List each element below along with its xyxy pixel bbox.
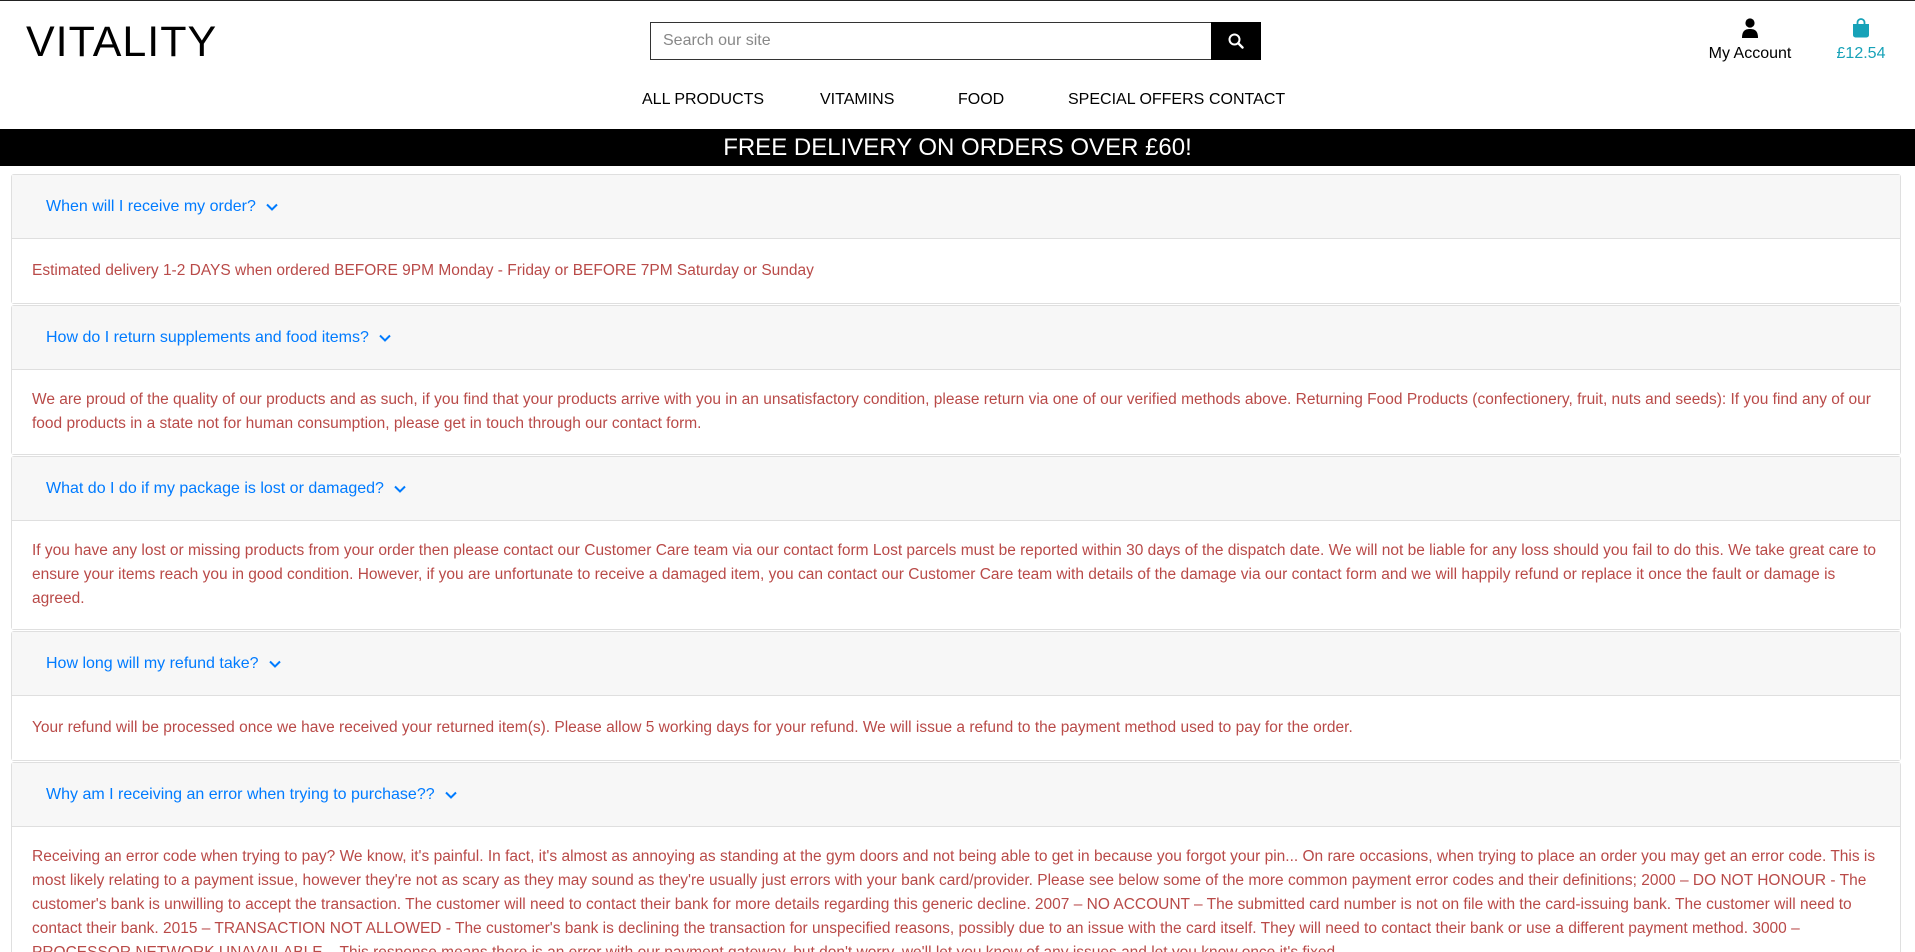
chevron-down-icon [266,203,278,211]
search-icon [1228,33,1244,49]
faq-answer: Receiving an error code when trying to p… [12,827,1900,952]
faq-item: When will I receive my order? Estimated … [11,174,1901,304]
faq-question: Why am I receiving an error when trying … [46,785,435,803]
faq-answer: Your refund will be processed once we ha… [12,696,1900,760]
shopping-bag-link[interactable]: £12.54 [1826,18,1896,63]
faq-question-toggle[interactable]: When will I receive my order? [12,175,1900,239]
nav-all-products[interactable]: ALL PRODUCTS [642,91,764,109]
faq-item: Why am I receiving an error when trying … [11,762,1901,952]
chevron-down-icon [268,660,281,668]
faq-answer: Estimated delivery 1-2 DAYS when ordered… [12,239,1900,303]
faq-question-toggle[interactable]: How long will my refund take? [12,632,1900,696]
faq-item: How long will my refund take? Your refun… [11,631,1901,761]
faq-question: When will I receive my order? [46,197,256,215]
chevron-down-icon [444,791,457,799]
chevron-down-icon [379,334,391,342]
bag-total: £12.54 [1836,45,1886,62]
nav-food[interactable]: FOOD [958,91,1004,109]
faq-question-toggle[interactable]: How do I return supplements and food ite… [12,306,1900,370]
main-nav: ALL PRODUCTS VITAMINS FOOD SPECIAL OFFER… [0,91,1915,113]
user-icon [1742,18,1758,38]
free-delivery-banner: FREE DELIVERY ON ORDERS OVER £60! [0,129,1915,166]
my-account-label: My Account [1708,45,1792,62]
nav-contact[interactable]: CONTACT [1209,91,1285,109]
top-border [0,0,1915,1]
search-input[interactable] [650,22,1211,60]
faq-question-toggle[interactable]: Why am I receiving an error when trying … [12,763,1900,827]
chevron-down-icon [394,485,406,493]
search-bar [650,22,1261,60]
faq-question: What do I do if my package is lost or da… [46,479,384,497]
faq-accordion: When will I receive my order? Estimated … [11,174,1901,952]
shopping-bag-icon [1853,18,1869,38]
nav-vitamins[interactable]: VITAMINS [820,91,894,109]
faq-question: How long will my refund take? [46,654,259,672]
faq-question: How do I return supplements and food ite… [46,328,369,346]
faq-answer: We are proud of the quality of our produ… [12,370,1900,454]
faq-item: How do I return supplements and food ite… [11,305,1901,455]
faq-question-toggle[interactable]: What do I do if my package is lost or da… [12,457,1900,521]
faq-item: What do I do if my package is lost or da… [11,456,1901,630]
nav-special-offers[interactable]: SPECIAL OFFERS [1068,91,1204,109]
search-button[interactable] [1211,22,1261,60]
faq-answer: If you have any lost or missing products… [12,521,1900,629]
site-logo[interactable]: VITALITY [26,18,217,67]
my-account-link[interactable]: My Account [1700,18,1800,63]
